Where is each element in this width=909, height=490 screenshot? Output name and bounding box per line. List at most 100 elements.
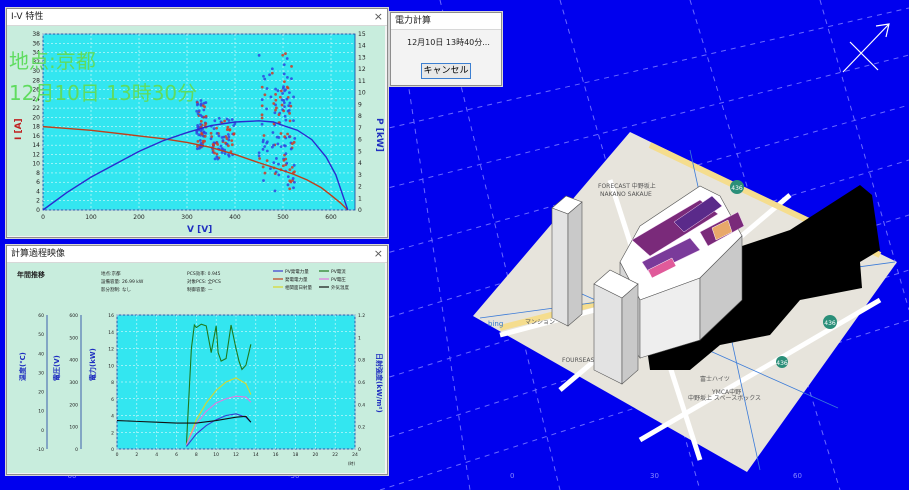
iv-y-left-tick: 6: [36, 179, 40, 186]
iv-scatter-point: [283, 89, 286, 93]
iv-scatter-point: [212, 143, 216, 147]
axis-label-temp: 温度(℃): [18, 352, 27, 381]
iv-scatter-point: [272, 143, 275, 147]
calc-temp-tick: -10: [37, 447, 44, 453]
iv-scatter-point: [269, 167, 272, 171]
svg-text:30: 30: [650, 472, 659, 480]
calc-volt-tick: 500: [69, 335, 78, 341]
iv-scatter-point: [199, 119, 203, 123]
iv-scatter-point: [226, 144, 230, 148]
calc-legend-label: 発電電力量: [285, 276, 308, 283]
calc-power-tick: 14: [108, 330, 114, 336]
calc-temp-tick: 10: [38, 409, 44, 415]
iv-scatter-point: [283, 80, 286, 84]
axis-label-power: 電力(kW): [88, 348, 97, 381]
axis-label-irradiance: 日射強度(kW/m²): [375, 353, 384, 413]
iv-scatter-point: [292, 163, 296, 167]
iv-scatter-point: [260, 104, 264, 108]
iv-scatter-point: [260, 98, 264, 102]
iv-scatter-point: [230, 143, 234, 147]
iv-scatter-point: [288, 179, 292, 183]
iv-scatter-point: [217, 116, 221, 120]
iv-scatter-point: [277, 173, 281, 177]
iv-scatter-point: [273, 189, 277, 193]
iv-scatter-point: [285, 161, 289, 165]
calc-power-tick: 2: [111, 430, 114, 436]
iv-scatter-point: [199, 103, 203, 107]
calc-x-tick: 18: [293, 452, 299, 458]
svg-text:NAKANO SAKAUE: NAKANO SAKAUE: [600, 191, 652, 198]
iv-scatter-point: [265, 149, 269, 153]
iv-x-tick: 100: [85, 214, 97, 221]
calc-irr-tick: 1.2: [358, 313, 365, 319]
iv-scatter-point: [260, 113, 264, 117]
iv-scatter-point: [280, 103, 284, 107]
iv-scatter-point: [221, 139, 225, 142]
iv-scatter-point: [230, 118, 234, 121]
iv-chart: 0246810121416182022242628303234363801234…: [7, 26, 385, 236]
calc-window-titlebar[interactable]: 計算過程映像 ×: [7, 246, 387, 263]
calc-x-tick: 22: [332, 452, 338, 458]
calc-temp-tick: 40: [38, 351, 44, 357]
iv-scatter-point: [270, 71, 274, 75]
dialog-titlebar[interactable]: 電力計算: [391, 13, 501, 30]
iv-scatter-point: [265, 107, 269, 111]
dialog-title: 電力計算: [395, 16, 432, 26]
iv-scatter-point: [262, 179, 265, 182]
iv-scatter-point: [293, 170, 296, 174]
iv-y-right-tick: 7: [358, 125, 362, 132]
iv-scatter-point: [263, 77, 267, 81]
calc-window[interactable]: 計算過程映像 × 年間推移 地点:京都 設備容量: 26.99 kW 影分割制:…: [6, 245, 388, 475]
iv-y-left-tick: 14: [32, 142, 40, 149]
iv-scatter-point: [261, 165, 265, 169]
iv-x-tick: 500: [277, 214, 289, 221]
iv-scatter-point: [275, 106, 278, 110]
iv-y-right-tick: 15: [358, 31, 366, 38]
iv-scatter-point: [212, 127, 216, 131]
iv-y-right-tick: 13: [358, 54, 366, 61]
iv-scatter-point: [220, 147, 224, 150]
dialog-message: 12月10日 13時40分...: [407, 38, 490, 47]
iv-scatter-point: [197, 133, 201, 137]
iv-scatter-point: [200, 115, 204, 118]
close-icon[interactable]: ×: [374, 246, 383, 262]
calc-x-tick: 4: [155, 452, 158, 458]
iv-scatter-point: [283, 135, 287, 139]
iv-window-titlebar[interactable]: I-V 特性 ×: [7, 9, 387, 26]
iv-scatter-point: [286, 109, 290, 113]
iv-scatter-point: [283, 144, 286, 147]
iv-scatter-point: [272, 161, 276, 165]
iv-y-left-tick: 4: [36, 188, 40, 195]
iv-y-right-label: P [kW]: [374, 118, 384, 152]
iv-scatter-point: [292, 186, 295, 190]
iv-scatter-point: [257, 53, 261, 57]
svg-text:436: 436: [824, 320, 836, 327]
iv-window[interactable]: I-V 特性 × 0 2 4 6 8 10 12 14 16 18 20 22 24 26 28 30 32 34…: [6, 8, 388, 238]
iv-scatter-point: [258, 157, 262, 160]
close-icon[interactable]: ×: [374, 9, 383, 25]
iv-scatter-point: [282, 109, 286, 113]
cancel-button[interactable]: キャンセル: [421, 63, 471, 79]
svg-text:対象PCS: 全PCS: 対象PCS: 全PCS: [187, 278, 221, 285]
iv-scatter-point: [279, 89, 283, 93]
calc-window-title: 計算過程映像: [11, 249, 66, 259]
iv-y-left-tick: 22: [32, 105, 40, 112]
svg-text:制御容量: —: 制御容量: —: [187, 286, 213, 293]
iv-scatter-point: [197, 109, 201, 113]
iv-scatter-point: [213, 157, 217, 161]
calc-power-tick: 8: [111, 380, 114, 386]
power-calc-dialog[interactable]: 電力計算 12月10日 13時40分... キャンセル: [390, 12, 502, 86]
iv-y-left-label: I [A]: [14, 118, 24, 140]
iv-scatter-point: [262, 134, 266, 137]
calc-volt-tick: 100: [69, 425, 78, 431]
iv-scatter-point: [257, 154, 261, 158]
calc-irr-tick: 0.6: [358, 380, 365, 386]
calc-legend-label: PV電圧: [331, 277, 346, 283]
calc-power-tick: 0: [111, 447, 114, 453]
iv-scatter-point: [289, 104, 293, 108]
iv-scatter-point: [196, 112, 200, 116]
iv-y-right-tick: 12: [358, 66, 366, 73]
iv-scatter-point: [292, 95, 295, 99]
iv-scatter-point: [273, 111, 277, 115]
calc-legend-label: PV電流: [331, 268, 346, 275]
